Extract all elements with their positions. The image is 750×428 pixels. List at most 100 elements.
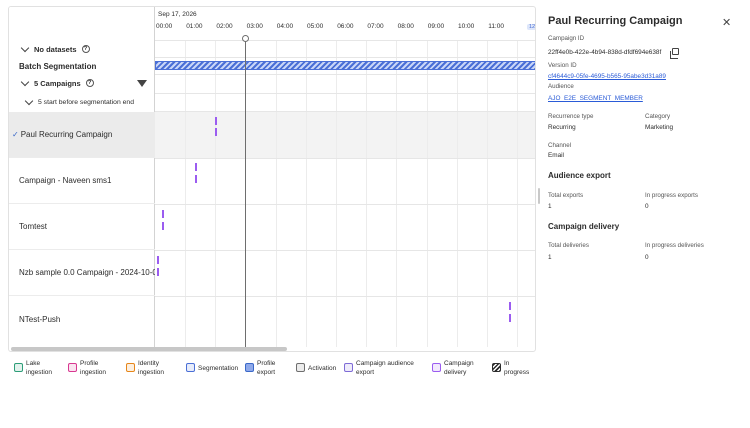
campaign-delivery-heading: Campaign delivery (548, 222, 620, 231)
category-label: Category (645, 113, 671, 120)
lake-ingestion-swatch (14, 363, 23, 372)
timeline-grid: Sep 17, 2026 00:00 01:00 02:00 03:00 04:00 05… (155, 7, 535, 347)
total-exports-value: 1 (548, 203, 552, 210)
legend-label: Profile export (257, 360, 276, 376)
grid-line (426, 40, 428, 347)
campaign-delivery-mark[interactable] (509, 302, 511, 310)
campaign-id-value: 22ff4e0b-422e-4b94-838d-dfdf694e638f (548, 49, 662, 56)
time-end-marker[interactable]: 12: (527, 24, 535, 30)
help-icon[interactable]: ? (85, 79, 94, 87)
legend-label: Lake ingestion (26, 360, 53, 376)
recurrence-type-label: Recurrence type (548, 113, 594, 120)
subgroup-row[interactable]: 5 start before segmentation end (9, 95, 155, 109)
no-datasets-row[interactable]: No datasets ? (9, 42, 155, 87)
horizontal-scrollbar[interactable] (11, 347, 287, 351)
time-tick-label: 02:00 (216, 23, 233, 30)
time-tick-label: 06:00 (337, 23, 354, 30)
campaign-audience-export-mark[interactable] (157, 268, 159, 276)
in-progress-exports-label: In progress exports (645, 192, 698, 199)
legend-label: Profile ingestion (80, 360, 107, 376)
campaign-row-naveen-sms1[interactable]: Campaign - Naveen sms1 (9, 158, 155, 204)
campaign-row-tomtest[interactable]: Tomtest (9, 204, 155, 250)
legend-item: Campaign audience export (344, 358, 414, 377)
total-exports-label: Total exports (548, 192, 584, 199)
legend-item: Identity ingestion (126, 358, 164, 377)
time-tick-label: 11:00 (488, 23, 504, 30)
current-time-line (245, 38, 246, 347)
in-progress-swatch (492, 363, 501, 372)
total-deliveries-value: 1 (548, 254, 552, 261)
close-icon[interactable]: ✕ (722, 16, 731, 29)
grid-line (215, 40, 217, 347)
campaign-name: Nzb sample 0.0 Campaign - 2024-10-0... (19, 268, 155, 277)
timeline-row-labels: No datasets ? Batch Segmentation 5 Campa… (9, 7, 155, 347)
grid-line (305, 40, 307, 347)
copy-icon[interactable] (670, 48, 679, 59)
campaign-audience-export-mark[interactable] (509, 314, 511, 322)
time-tick-label: 09:00 (427, 23, 445, 30)
campaigns-group-label: 5 Campaigns (34, 78, 81, 88)
campaign-name: Campaign - Naveen sms1 (19, 176, 112, 185)
timeline-panel: No datasets ? Batch Segmentation 5 Campa… (8, 6, 536, 352)
grid-line (275, 40, 277, 347)
campaign-audience-export-mark[interactable] (162, 222, 164, 230)
campaign-delivery-mark[interactable] (157, 256, 159, 264)
activation-swatch (296, 363, 305, 372)
total-deliveries-label: Total deliveries (548, 242, 589, 249)
version-id-link[interactable]: cf4644c9-05fe-4695-b565-95abe3d31a89 (548, 73, 666, 80)
legend-label: Campaign delivery (444, 360, 474, 376)
panel-resize-handle[interactable] (538, 188, 540, 204)
time-tick-label: 04:00 (276, 23, 294, 30)
audience-label: Audience (548, 83, 574, 90)
identity-ingestion-swatch (126, 363, 135, 372)
time-tick-label: 08:00 (397, 23, 414, 30)
campaign-delivery-mark[interactable] (195, 163, 197, 171)
in-progress-deliveries-label: In progress deliveries (645, 242, 704, 249)
campaign-row-nzb-sample[interactable]: Nzb sample 0.0 Campaign - 2024-10-0... (9, 250, 155, 296)
details-panel: Paul Recurring Campaign ✕ Campaign ID 22… (548, 0, 750, 428)
campaigns-group-row[interactable]: 5 Campaigns ? (9, 76, 155, 155)
category-value: Marketing (645, 124, 674, 131)
no-datasets-label: No datasets (34, 44, 77, 54)
legend-label: Segmentation (198, 365, 239, 372)
campaign-audience-export-mark[interactable] (215, 128, 217, 136)
subgroup-label: 5 start before segmentation end (38, 98, 134, 106)
time-tick-label: 10:00 (458, 23, 475, 30)
time-tick-label: 05:00 (307, 23, 324, 30)
legend-label: Campaign audience export (356, 360, 414, 376)
chevron-down-icon[interactable] (20, 77, 30, 86)
in-progress-deliveries-value: 0 (645, 254, 649, 261)
batch-segmentation-label: Batch Segmentation (19, 61, 97, 71)
details-title: Paul Recurring Campaign (548, 15, 683, 27)
channel-label: Channel (548, 142, 572, 149)
profile-export-swatch (245, 363, 254, 372)
campaign-delivery-swatch (432, 363, 441, 372)
help-icon[interactable]: ? (81, 45, 90, 53)
legend-label: Activation (308, 365, 337, 372)
legend-item: Profile export (245, 358, 275, 377)
batch-segmentation-bar[interactable] (155, 61, 535, 70)
audience-link[interactable]: AJO_E2E_SEGMENT_MEMBER (548, 95, 643, 102)
chevron-down-icon[interactable] (24, 96, 34, 105)
campaign-name: Paul Recurring Campaign (20, 130, 113, 139)
campaign-audience-export-swatch (344, 363, 353, 372)
profile-ingestion-swatch (68, 363, 77, 372)
time-tick-label: 00:00 (156, 23, 173, 30)
legend-label: In progress (504, 360, 530, 376)
campaign-delivery-mark[interactable] (215, 117, 217, 125)
campaign-row-ntest-push[interactable]: NTest-Push (9, 296, 155, 342)
grid-line (396, 40, 398, 347)
campaign-audience-export-mark[interactable] (195, 175, 197, 183)
current-time-handle[interactable] (242, 35, 249, 42)
legend-item: Lake ingestion (14, 358, 52, 377)
in-progress-exports-value: 0 (645, 203, 649, 210)
timeline-date: Sep 17, 2026 (158, 11, 197, 18)
legend-item: Segmentation (186, 358, 238, 373)
audience-export-heading: Audience export (548, 171, 611, 180)
grid-line (456, 40, 458, 347)
campaign-delivery-mark[interactable] (162, 210, 164, 218)
campaign-row-paul-recurring[interactable]: ✓ Paul Recurring Campaign (9, 112, 155, 158)
legend-item: In progress (492, 358, 529, 377)
legend-item: Campaign delivery (432, 358, 474, 377)
chevron-down-icon[interactable] (20, 43, 30, 52)
